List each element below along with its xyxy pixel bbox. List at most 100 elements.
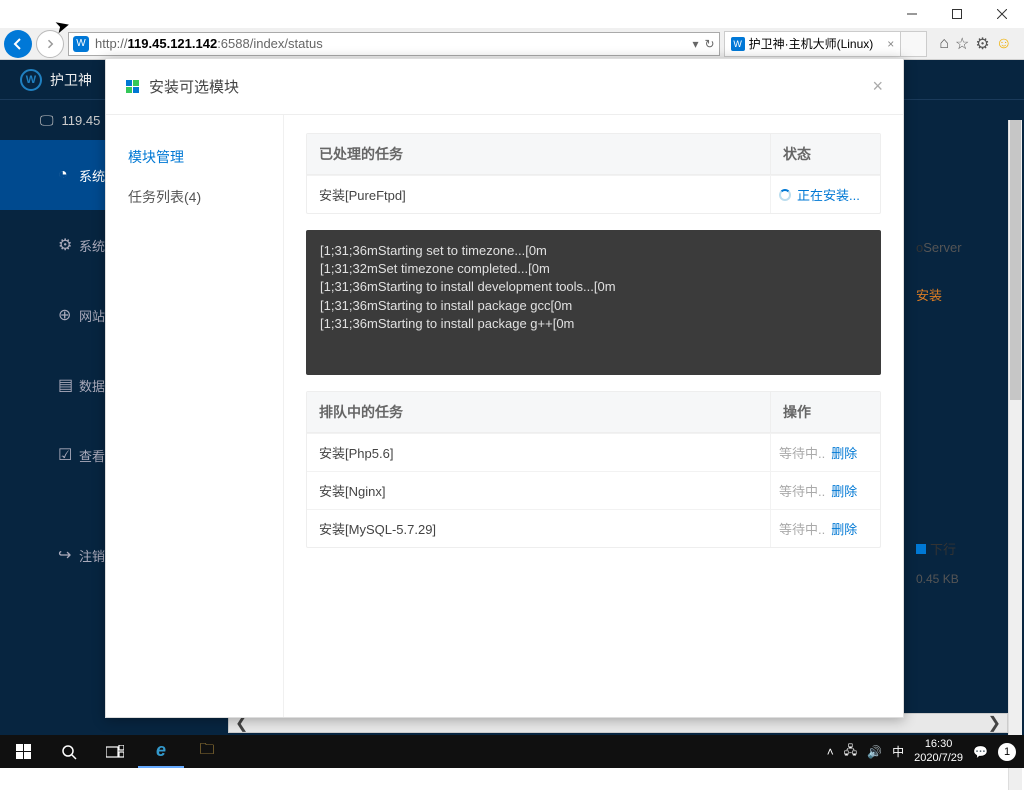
- delete-button[interactable]: 删除: [831, 443, 857, 462]
- app-brand: 护卫神: [50, 70, 92, 90]
- task-ops: 等待中.. 删除: [770, 434, 880, 471]
- windows-taskbar: e 🗀 ˄ 🖧 🔊 中 16:30 2020/7/29 💬 1: [0, 735, 1024, 768]
- modal-sidebar: 模块管理 任务列表(4): [106, 115, 284, 717]
- server-label: oServer: [916, 240, 1006, 255]
- scroll-thumb[interactable]: [1010, 120, 1021, 400]
- notifications-icon[interactable]: 💬: [973, 745, 988, 759]
- gear-icon: ⚙: [58, 235, 72, 255]
- queued-row: 安装[Php5.6] 等待中.. 删除: [307, 433, 880, 471]
- globe-icon: ⊕: [58, 305, 71, 325]
- task-name: 安装[MySQL-5.7.29]: [307, 510, 770, 547]
- spinner-icon: [779, 189, 791, 201]
- favorites-icon[interactable]: ☆: [955, 34, 969, 54]
- task-name: 安装[Php5.6]: [307, 434, 770, 471]
- data-icon: ▤: [58, 375, 73, 395]
- install-label[interactable]: 安装: [916, 285, 1006, 304]
- task-name: 安装[Nginx]: [307, 472, 770, 509]
- taskview-button[interactable]: [92, 735, 138, 768]
- task-ops: 等待中.. 删除: [770, 472, 880, 509]
- modal-content: 已处理的任务 状态 安装[PureFtpd] 正在安装... [1;31;36m…: [284, 115, 903, 717]
- modules-icon: [126, 80, 139, 93]
- queued-row: 安装[Nginx] 等待中.. 删除: [307, 471, 880, 509]
- modal-title: 安装可选模块: [126, 76, 239, 97]
- clock[interactable]: 16:30 2020/7/29: [914, 738, 963, 764]
- taskbar-explorer-button[interactable]: 🗀: [184, 735, 230, 768]
- browser-right-icons: ⌂ ☆ ⚙ ☺: [931, 34, 1020, 54]
- sidebar-item-logout[interactable]: ↪注销: [0, 520, 110, 590]
- queued-tasks-block: 排队中的任务 操作 安装[Php5.6] 等待中.. 删除 安装[Nginx] …: [306, 391, 881, 548]
- taskbar-ie-button[interactable]: e: [138, 735, 184, 768]
- folder-icon: 🗀: [199, 739, 214, 764]
- modal-title-text: 安装可选模块: [149, 76, 239, 97]
- tab-strip: W 护卫神·主机大师(Linux) ×: [724, 31, 928, 57]
- processed-h2: 状态: [770, 134, 880, 174]
- address-controls: ▾ ↻: [693, 37, 715, 51]
- modal-close-button[interactable]: ×: [872, 76, 883, 97]
- ime-indicator[interactable]: 中: [892, 743, 904, 760]
- console-line: [1;31;32mSet timezone completed...[0m: [320, 260, 867, 278]
- address-bar[interactable]: W http://119.45.121.142:6588/index/statu…: [68, 32, 720, 56]
- console-line: [1;31;36mStarting to install package g++…: [320, 315, 867, 333]
- modal-body: 模块管理 任务列表(4) 已处理的任务 状态 安装[PureFtpd] 正在安装…: [106, 115, 903, 717]
- browser-toolbar: W http://119.45.121.142:6588/index/statu…: [0, 28, 1024, 60]
- console-line: [1;31;36mStarting set to timezone...[0m: [320, 242, 867, 260]
- system-tray: ˄ 🖧 🔊 中 16:30 2020/7/29 💬 1: [827, 738, 1024, 764]
- window-minimize[interactable]: [889, 0, 934, 28]
- browser-tab[interactable]: W 护卫神·主机大师(Linux) ×: [724, 31, 902, 57]
- processed-tasks-block: 已处理的任务 状态 安装[PureFtpd] 正在安装...: [306, 133, 881, 214]
- console-line: [1;31;36mStarting to install package gcc…: [320, 297, 867, 315]
- smile-icon[interactable]: ☺: [996, 35, 1012, 53]
- window-close[interactable]: [979, 0, 1024, 28]
- site-icon: W: [73, 36, 89, 52]
- bg-right-panel: oServer 安装 下行 0.45 KB: [916, 240, 1006, 586]
- processed-h1: 已处理的任务: [307, 134, 770, 174]
- nav-forward-button[interactable]: [36, 30, 64, 58]
- url-text: http://119.45.121.142:6588/index/status: [95, 36, 323, 51]
- tab-title: 护卫神·主机大师(Linux): [749, 35, 874, 52]
- search-button[interactable]: [46, 735, 92, 768]
- window-maximize[interactable]: [934, 0, 979, 28]
- notification-badge: 1: [998, 743, 1016, 761]
- view-icon: ☑: [58, 445, 72, 465]
- sidebar-item-system[interactable]: ◔系统: [0, 140, 110, 210]
- task-ops: 等待中.. 删除: [770, 510, 880, 547]
- install-console: [1;31;36mStarting set to timezone...[0m …: [306, 230, 881, 375]
- sidebar-item-data[interactable]: ▤数据: [0, 350, 110, 420]
- tab-favicon: W: [731, 37, 745, 51]
- sidebar-item-view[interactable]: ☑查看: [0, 420, 110, 490]
- net-value: 0.45 KB: [916, 572, 1006, 586]
- scroll-right-icon[interactable]: ❯: [982, 713, 1007, 733]
- volume-icon[interactable]: 🔊: [867, 745, 882, 759]
- page-scrollbar[interactable]: [1008, 120, 1022, 790]
- net-label: 下行: [916, 539, 1006, 558]
- logout-icon: ↪: [58, 545, 71, 565]
- nav-back-button[interactable]: [4, 30, 32, 58]
- dropdown-icon[interactable]: ▾: [693, 37, 699, 51]
- sidebar-item-web[interactable]: ⊕网站: [0, 280, 110, 350]
- delete-button[interactable]: 删除: [831, 519, 857, 538]
- ip-label: 119.45: [62, 113, 101, 128]
- sidebar-item-sys2[interactable]: ⚙系统: [0, 210, 110, 280]
- queued-h1: 排队中的任务: [307, 392, 770, 432]
- dashboard-icon: ◔: [58, 166, 68, 184]
- processed-header: 已处理的任务 状态: [307, 134, 880, 175]
- window-titlebar: [0, 0, 1024, 28]
- tray-up-icon[interactable]: ˄: [827, 745, 834, 759]
- tab-close-button[interactable]: ×: [887, 37, 894, 51]
- install-modules-modal: 安装可选模块 × 模块管理 任务列表(4) 已处理的任务 状态 安装[PureF…: [105, 58, 904, 718]
- modal-nav-tasks[interactable]: 任务列表(4): [106, 177, 283, 217]
- modal-header: 安装可选模块 ×: [106, 59, 903, 115]
- new-tab-button[interactable]: [901, 31, 927, 57]
- processed-row: 安装[PureFtpd] 正在安装...: [307, 175, 880, 213]
- network-icon[interactable]: 🖧: [844, 741, 857, 762]
- app-logo-icon: W: [20, 69, 42, 91]
- refresh-icon[interactable]: ↻: [705, 37, 715, 51]
- home-icon[interactable]: ⌂: [939, 35, 949, 53]
- settings-icon[interactable]: ⚙: [975, 34, 989, 54]
- app-sidebar: ◔系统 ⚙系统 ⊕网站 ▤数据 ☑查看 ↪注销: [0, 140, 110, 590]
- modal-nav-modules[interactable]: 模块管理: [106, 137, 283, 177]
- monitor-icon: 🖵: [40, 112, 54, 129]
- start-button[interactable]: [0, 735, 46, 768]
- ie-icon: e: [156, 740, 166, 761]
- delete-button[interactable]: 删除: [831, 481, 857, 500]
